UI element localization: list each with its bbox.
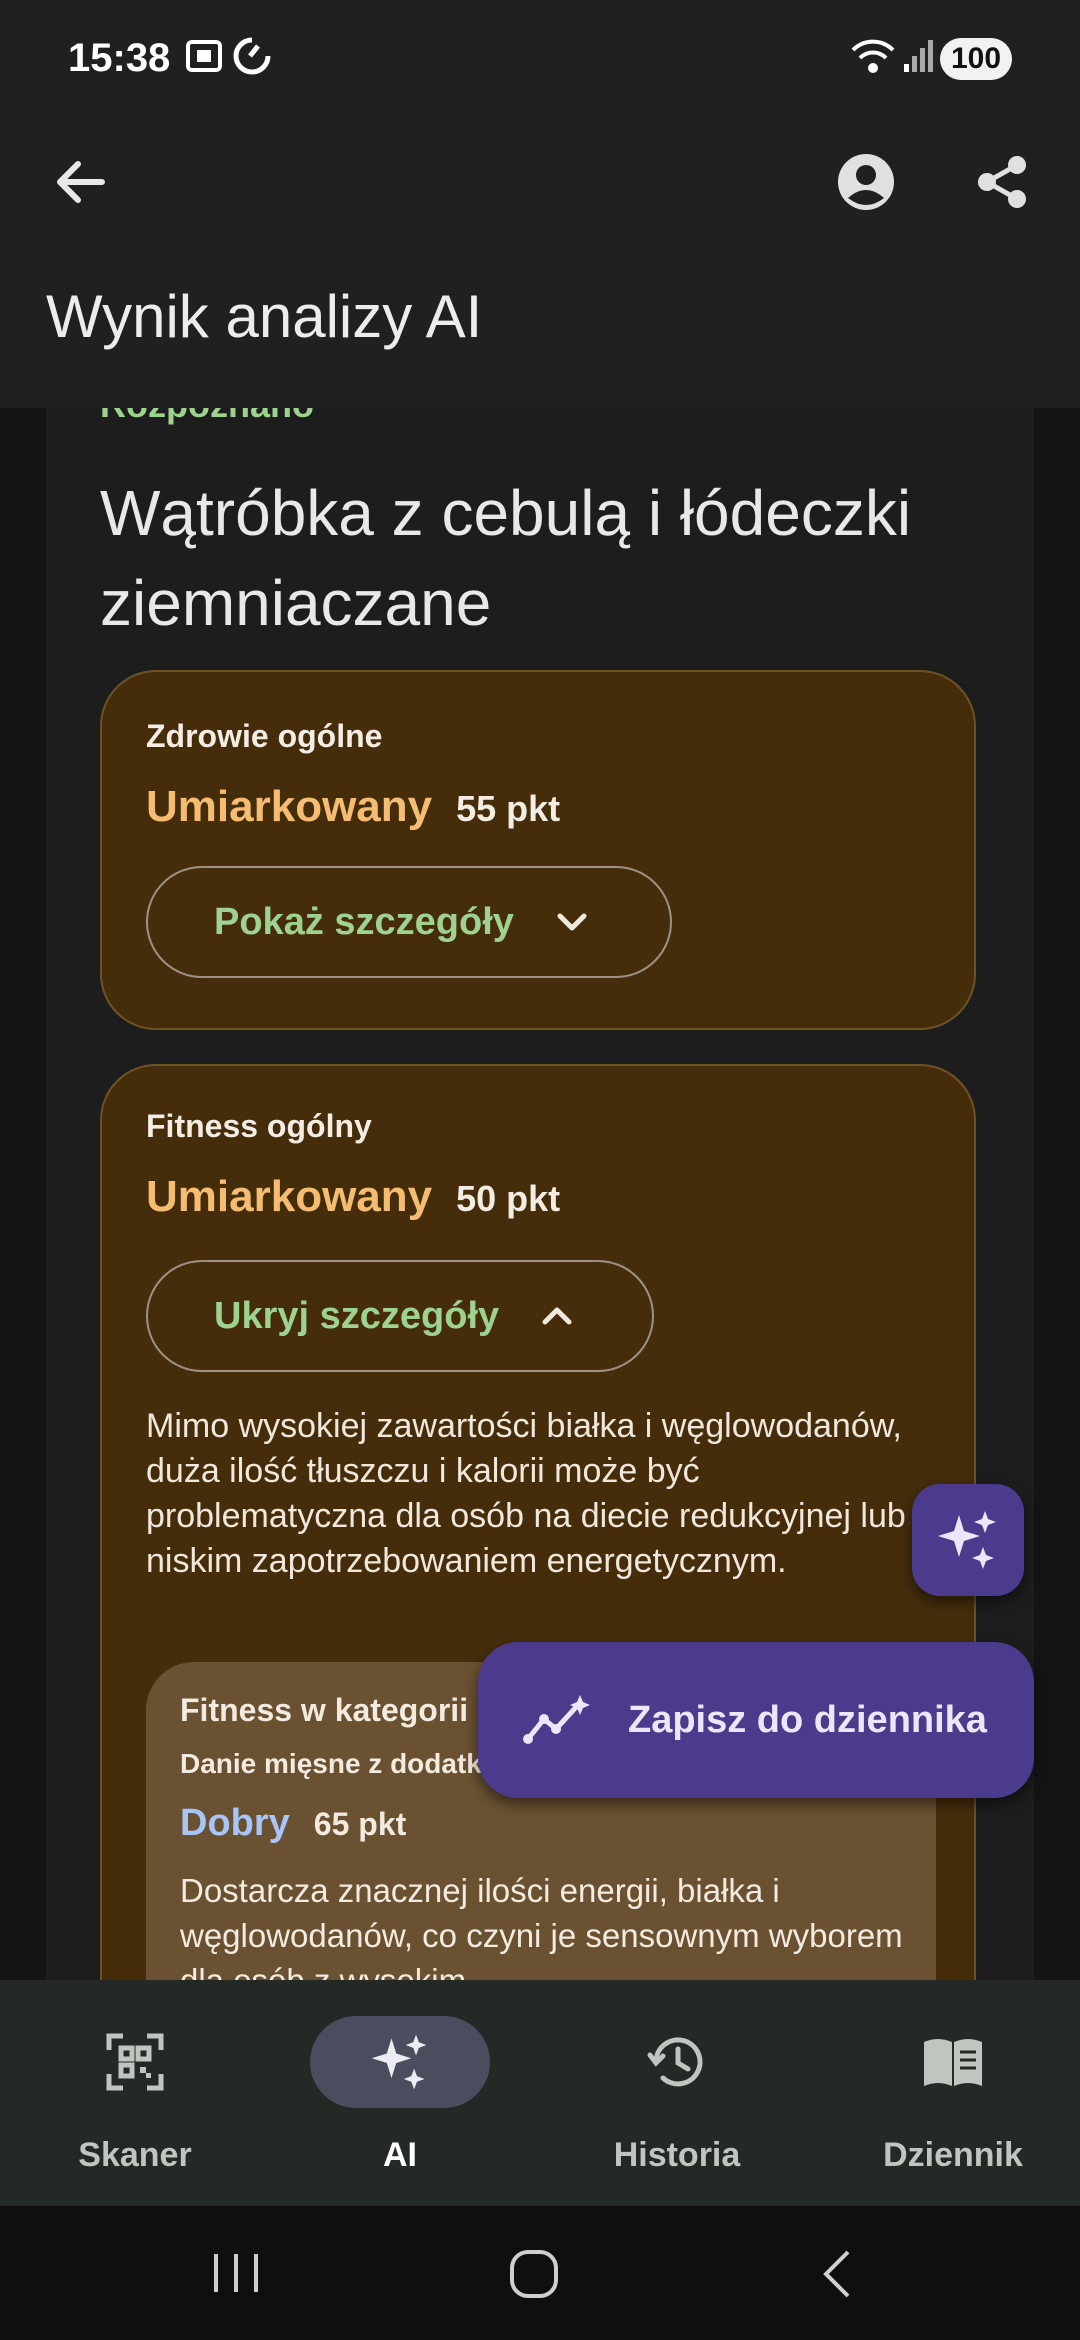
bottom-navigation: Skaner AI Historia Dziennik [0,1980,1080,2206]
qr-scanner-icon [45,2016,225,2108]
status-bar: 15:38 100 [0,0,1080,120]
category-title: Fitness w kategorii [180,1692,469,1728]
health-rating-row: Umiarkowany 55 pkt [146,782,560,832]
battery-indicator: 100 [940,38,1012,80]
screenshot-icon [184,36,224,81]
home-button[interactable] [508,2248,560,2305]
share-button[interactable] [962,142,1042,222]
nav-label-ai: AI [383,2136,417,2174]
fitness-rating-row: Umiarkowany 50 pkt [146,1172,560,1222]
show-details-label: Pokaż szczegóły [214,900,514,943]
system-back-button[interactable] [816,2248,856,2305]
category-rating-row: Dobry 65 pkt [180,1802,406,1845]
sparkles-icon [310,2016,490,2108]
chevron-up-icon [542,1307,572,1325]
health-card-label: Zdrowie ogólne [146,718,383,754]
ai-assistant-fab[interactable] [912,1484,1024,1596]
fitness-points: 50 pkt [456,1178,561,1219]
sync-icon [232,36,272,81]
fitness-card: Fitness ogólny Umiarkowany 50 pkt Ukryj … [100,1064,976,1980]
share-icon [978,156,1026,208]
category-rating: Dobry [180,1802,290,1844]
recognized-label: Rozpoznano [100,408,314,426]
nav-item-historia[interactable]: Historia [542,1980,812,2206]
back-chevron-icon [823,2250,850,2298]
save-to-diary-label: Zapisz do dziennika [628,1698,987,1741]
show-details-button[interactable]: Pokaż szczegóły [146,866,672,978]
wifi-icon [850,36,896,81]
health-points: 55 pkt [456,788,561,829]
hide-details-button[interactable]: Ukryj szczegóły [146,1260,654,1372]
nav-label-historia: Historia [613,2136,741,2174]
health-rating: Umiarkowany [146,782,433,831]
nav-item-skaner[interactable]: Skaner [0,1980,270,2206]
save-to-diary-button[interactable]: Zapisz do dziennika [478,1642,1034,1798]
recent-apps-button[interactable] [206,2250,266,2301]
page-title: Wynik analizy AI [46,283,483,350]
app-bar: Wynik analizy AI [0,120,1080,408]
signal-icon [902,36,936,81]
back-button[interactable] [40,142,120,222]
fitness-card-label: Fitness ogólny [146,1108,372,1144]
category-points: 65 pkt [313,1806,407,1842]
sparkles-icon [938,1511,996,1569]
book-icon [863,2016,1043,2108]
chevron-down-icon [557,913,587,931]
trending-sparkle-icon [523,1695,590,1744]
account-icon [838,154,894,210]
health-card: Zdrowie ogólne Umiarkowany 55 pkt Pokaż … [100,670,976,1030]
recent-apps-icon [214,2254,258,2292]
account-button[interactable] [826,142,906,222]
system-navigation-bar [0,2206,1080,2340]
fitness-description: Mimo wysokiej zawartości białka i węglow… [146,1407,933,1580]
fitness-rating: Umiarkowany [146,1172,433,1221]
nav-item-ai[interactable]: AI [265,1980,535,2206]
dish-name: Wątróbka z cebulą i łódeczki ziemniaczan… [100,477,912,639]
nav-label-skaner: Skaner [78,2136,192,2174]
home-icon [510,2250,558,2298]
status-time: 15:38 [68,36,171,80]
arrow-back-icon [57,161,105,203]
hide-details-label: Ukryj szczegóły [214,1294,500,1337]
history-icon [587,2016,767,2108]
nav-item-dziennik[interactable]: Dziennik [818,1980,1080,2206]
nav-label-dziennik: Dziennik [883,2136,1023,2174]
category-description: Dostarcza znacznej ilości energii, białk… [180,1872,903,1980]
